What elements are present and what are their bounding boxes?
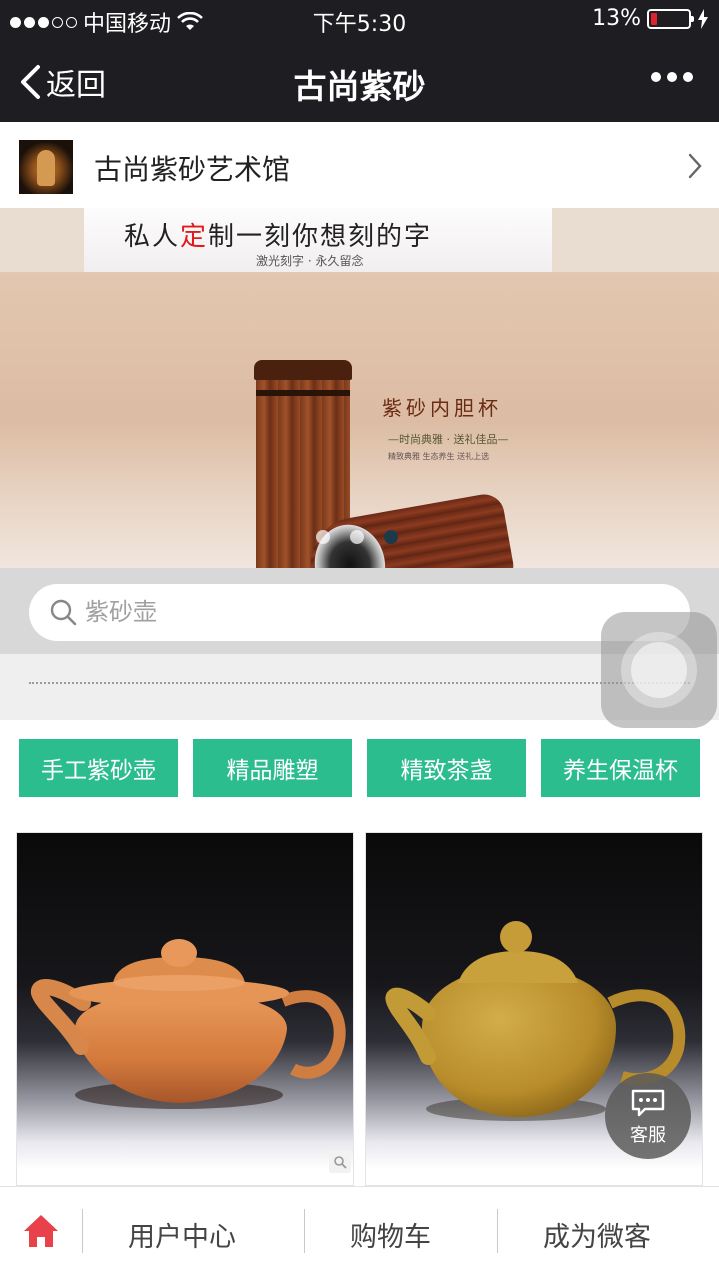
banner-headline-strip: 私人定制一刻你想刻的字 激光刻字 · 永久留念 xyxy=(84,208,552,272)
banner-product-small: 精致典雅 生态养生 送礼上选 xyxy=(388,452,490,461)
category-sculpture-button[interactable]: 精品雕塑 xyxy=(193,739,352,797)
customer-service-label: 客服 xyxy=(630,1125,666,1146)
banner-product-title: 紫砂内胆杯 xyxy=(382,396,502,420)
page-title: 古尚紫砂 xyxy=(293,67,426,106)
status-right: 13% xyxy=(592,6,709,31)
banner-product-text: 紫砂内胆杯 —时尚典雅 · 送礼佳品— 精致典雅 生态养生 送礼上选 xyxy=(382,392,509,462)
zoom-button[interactable] xyxy=(329,1151,351,1173)
magnifier-icon xyxy=(334,1156,347,1169)
product-grid xyxy=(16,832,703,1186)
category-thermos-button[interactable]: 养生保温杯 xyxy=(541,739,700,797)
category-buttons: 手工紫砂壶 精品雕塑 精致茶盏 养生保温杯 xyxy=(19,739,700,797)
shop-name: 古尚紫砂艺术馆 xyxy=(94,153,291,186)
tab-separator xyxy=(304,1209,305,1253)
more-dot-icon xyxy=(667,72,677,82)
more-dot-icon xyxy=(683,72,693,82)
carousel-dot-active[interactable] xyxy=(384,530,398,544)
product-image xyxy=(17,833,353,1169)
category-tea-cup-button[interactable]: 精致茶盏 xyxy=(367,739,526,797)
tab-separator xyxy=(497,1209,498,1253)
more-options-button[interactable] xyxy=(651,72,693,82)
product-card[interactable] xyxy=(16,832,354,1186)
search-bar[interactable] xyxy=(29,584,690,641)
more-dot-icon xyxy=(651,72,661,82)
banner-subline: 激光刻字 · 永久留念 xyxy=(256,254,364,268)
battery-percent: 13% xyxy=(592,6,641,31)
promo-banner[interactable]: 私人定制一刻你想刻的字 激光刻字 · 永久留念 紫砂内胆杯 —时尚典雅 · 送礼… xyxy=(0,208,719,568)
customer-service-button[interactable]: 客服 xyxy=(605,1073,691,1159)
search-icon xyxy=(50,599,77,626)
home-icon xyxy=(24,1215,58,1247)
carousel-dot[interactable] xyxy=(350,530,364,544)
dotted-divider xyxy=(29,682,690,684)
tab-user-center[interactable]: 用户中心 xyxy=(128,1215,236,1254)
banner-product-tagline: —时尚典雅 · 送礼佳品— xyxy=(388,433,509,446)
tab-separator xyxy=(82,1209,83,1253)
shop-logo xyxy=(19,140,73,194)
banner-headline-part1: 私人 xyxy=(124,222,181,252)
home-tab[interactable] xyxy=(0,1187,82,1281)
assistive-touch-button[interactable] xyxy=(601,612,717,728)
charging-icon xyxy=(698,8,708,29)
carousel-dot[interactable] xyxy=(316,530,330,544)
teapot-image xyxy=(31,939,346,1109)
banner-headline: 私人定制一刻你想刻的字 xyxy=(124,216,432,253)
status-bar: 中国移动 下午5:30 13% xyxy=(0,0,719,38)
banner-headline-highlight: 定 xyxy=(180,222,209,252)
chevron-right-icon xyxy=(688,153,702,179)
shop-header-link[interactable]: 古尚紫砂艺术馆 xyxy=(0,122,719,208)
banner-image: 紫砂内胆杯 —时尚典雅 · 送礼佳品— 精致典雅 生态养生 送礼上选 xyxy=(0,272,719,568)
tab-cart[interactable]: 购物车 xyxy=(350,1215,431,1254)
tab-become-wike[interactable]: 成为微客 xyxy=(543,1215,651,1254)
carousel-indicator[interactable] xyxy=(316,530,398,544)
battery-icon xyxy=(647,8,694,29)
category-handmade-teapot-button[interactable]: 手工紫砂壶 xyxy=(19,739,178,797)
banner-headline-part2: 制一刻你想刻的字 xyxy=(208,222,433,252)
chat-bubble-icon xyxy=(631,1089,665,1117)
search-input[interactable] xyxy=(85,594,645,630)
bottom-tab-bar: 用户中心 购物车 成为微客 xyxy=(0,1186,719,1280)
navigation-bar: 返回 古尚紫砂 xyxy=(0,38,719,122)
